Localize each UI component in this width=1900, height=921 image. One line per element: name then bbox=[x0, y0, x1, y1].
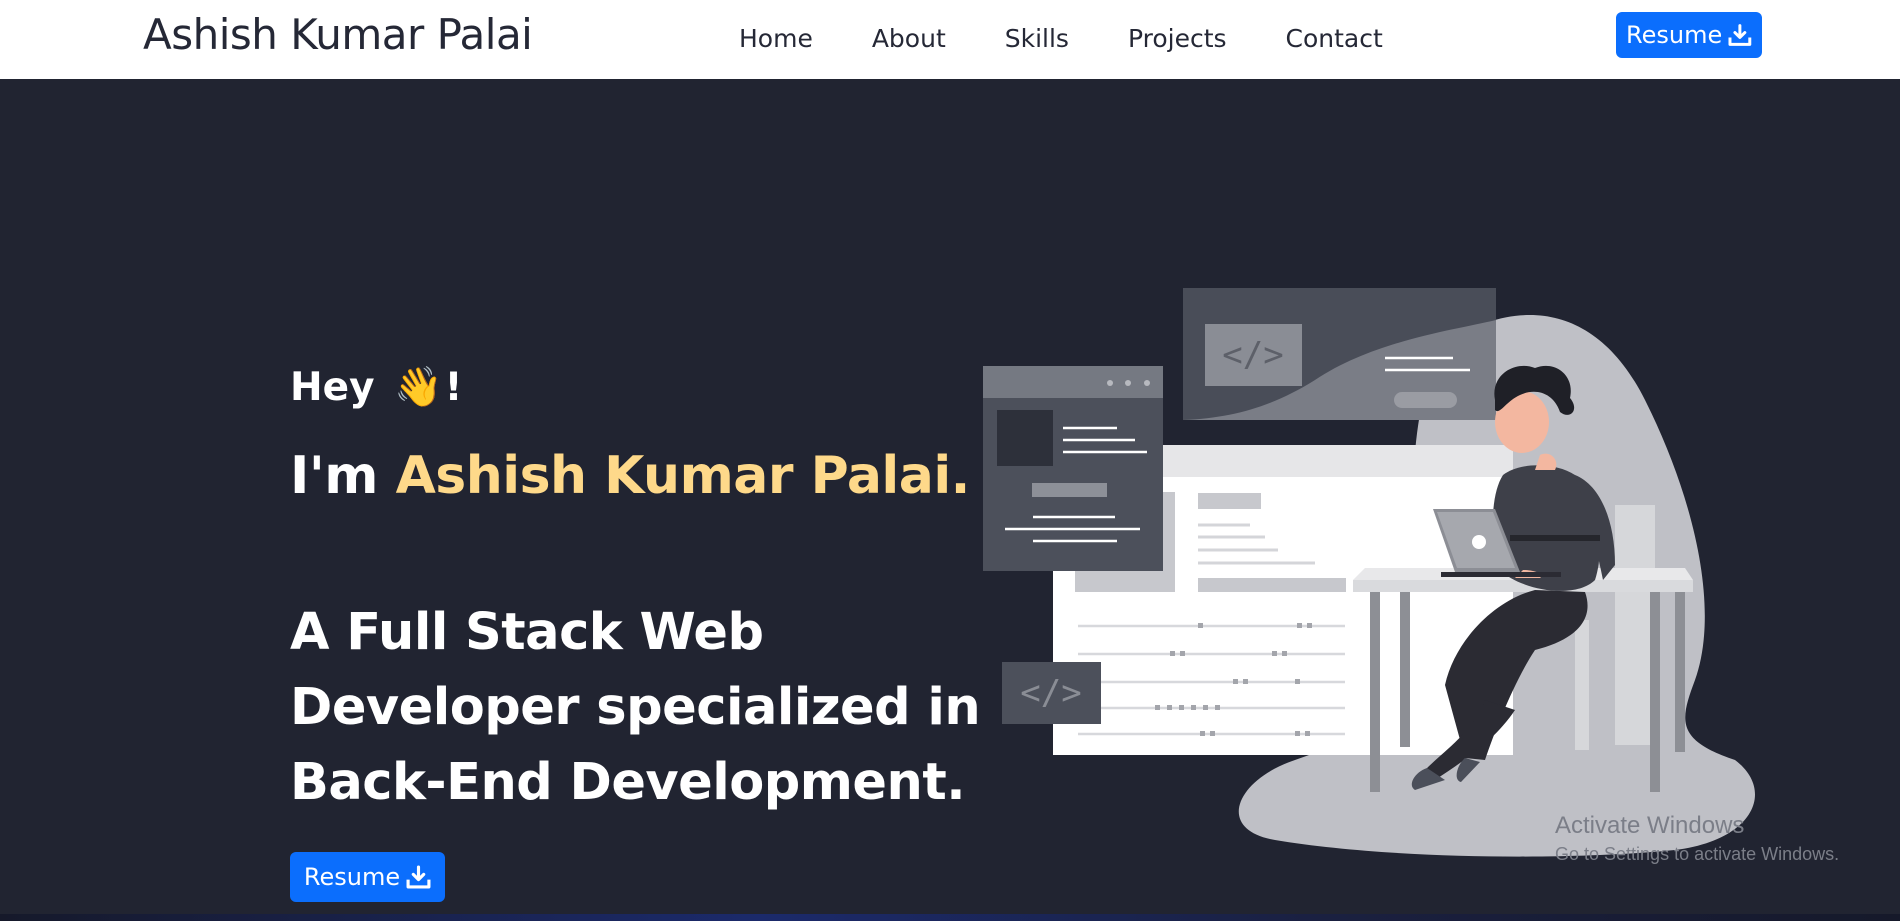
watermark-subtitle: Go to Settings to activate Windows. bbox=[1555, 844, 1840, 864]
nav-link-about[interactable]: About bbox=[872, 24, 946, 53]
navbar: Ashish Kumar Palai Home About Skills Pro… bbox=[0, 0, 1900, 79]
waving-hand-icon: 👋 bbox=[394, 365, 443, 410]
bottom-edge bbox=[0, 914, 1900, 921]
svg-text:</>: </> bbox=[1020, 673, 1081, 713]
nav-links: Home About Skills Projects Contact bbox=[739, 18, 1383, 58]
download-icon bbox=[406, 865, 431, 888]
nav-resume-button[interactable]: Resume bbox=[1616, 12, 1762, 58]
hero-name: Ashish Kumar Palai. bbox=[395, 446, 971, 506]
hero-resume-label: Resume bbox=[303, 863, 401, 891]
greeting-suffix: ! bbox=[444, 365, 463, 410]
nav-link-skills[interactable]: Skills bbox=[1005, 24, 1069, 53]
hero-tagline: A Full Stack Web Developer specialized i… bbox=[290, 595, 990, 820]
brand-logo[interactable]: Ashish Kumar Palai bbox=[143, 10, 533, 59]
tagline-line: Developer specialized in bbox=[290, 678, 981, 737]
nav-link-contact[interactable]: Contact bbox=[1286, 24, 1383, 53]
nav-resume-label: Resume bbox=[1626, 21, 1723, 49]
svg-text:</>: </> bbox=[1222, 335, 1283, 375]
hero-resume-button[interactable]: Resume bbox=[290, 852, 445, 902]
nav-link-home[interactable]: Home bbox=[739, 24, 813, 53]
tagline-line: A Full Stack Web bbox=[290, 603, 764, 662]
developer-illustration: </> </> bbox=[983, 288, 1755, 857]
nav-link-projects[interactable]: Projects bbox=[1128, 24, 1227, 53]
activate-windows-watermark: Activate Windows Go to Settings to activ… bbox=[1555, 812, 1839, 865]
intro-heading: I'm Ashish Kumar Palai. bbox=[290, 446, 970, 506]
greeting: Hey 👋! bbox=[290, 364, 462, 410]
download-icon bbox=[1728, 23, 1752, 46]
tagline-line: Back-End Development. bbox=[290, 753, 966, 812]
watermark-title: Activate Windows bbox=[1555, 812, 1745, 839]
intro-prefix: I'm bbox=[290, 446, 378, 506]
greeting-prefix: Hey bbox=[290, 365, 375, 410]
